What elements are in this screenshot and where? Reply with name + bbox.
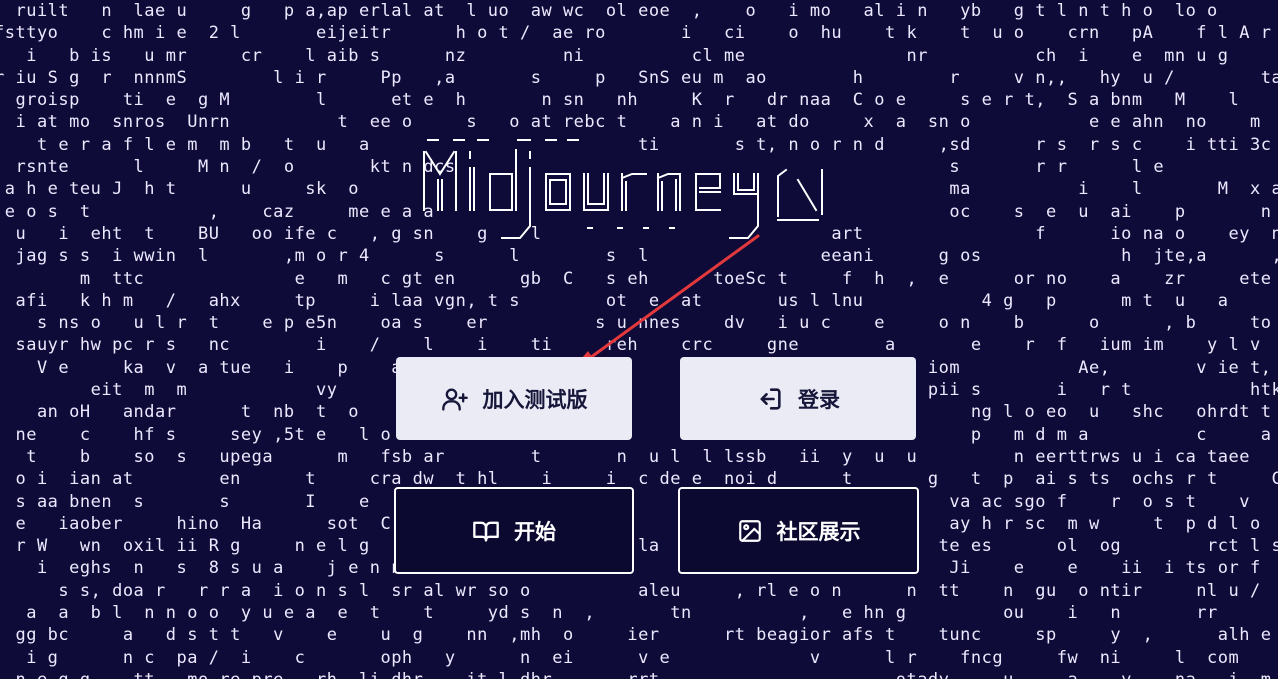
- background-text: ruilt n lae u g p a,ap erlal at l uo aw …: [0, 0, 1278, 679]
- background-text-line: ne c hf s sey ,5t e l o f rtin p m d m a…: [0, 424, 1272, 445]
- user-plus-icon: [441, 388, 468, 411]
- annotation-arrow: [568, 234, 760, 374]
- background-text-line: s aa bnen s s I e o i l sn va ac sgo f r…: [0, 491, 1278, 512]
- midjourney-ascii-logo: [423, 139, 823, 239]
- background-text-line: s s, doa r r r a i o n s l sr al wr so o…: [58, 580, 1261, 601]
- join-beta-label: 加入测试版: [482, 387, 588, 412]
- open-book-icon: [473, 521, 499, 541]
- join-beta-button[interactable]: 加入测试版: [396, 357, 632, 440]
- background-text-line: eit m m vy s y,et pii s i r t htk yes: [0, 380, 1278, 401]
- start-label: 开始: [514, 519, 556, 544]
- login-button[interactable]: 登录: [680, 357, 916, 440]
- image-icon: [738, 519, 761, 542]
- showcase-label: 社区展示: [776, 519, 861, 544]
- background-text-line: ruilt n lae u g p a,ap erlal at l uo aw …: [0, 1, 1218, 21]
- background-text-line: a a b l n n o o y u e a e t t yd s n , t…: [26, 603, 1218, 624]
- showcase-button[interactable]: 社区展示: [678, 487, 919, 574]
- background-text-line: o i ian at en t cra dw t hl i i c de e n…: [15, 469, 1278, 490]
- background-text-line: s ns o u l r t e p e5n oa s er s u nnes …: [0, 313, 1278, 334]
- start-button[interactable]: 开始: [394, 487, 634, 574]
- background-text-line: n e g g tt mo re pre rh li dhr it l dhr …: [0, 669, 1278, 679]
- background-text-line: r W wn oxil ii R g n e l g la te es ol o…: [0, 536, 1278, 557]
- background-text-line: e iaober hino Ha sot C ay h r sc m w t p…: [0, 513, 1278, 534]
- background-text-line: V e ka v a tue i p at eutt ct c e iS k n…: [0, 357, 1278, 378]
- background-text-line: i eghs n s 8 s u a j e n n i Ji e e ii i…: [36, 558, 1261, 579]
- background-text-line: an oH andar t nb t o s ng l o eo u shc o…: [0, 402, 1272, 423]
- background-text-line: jag s s i wwin l ,m o r 4 s l s l eeani …: [0, 246, 1278, 267]
- background-text-line: gg bc a d s t t v e u g nn ,mh o ier rt …: [15, 625, 1272, 646]
- background-text-line: sauyr hw pc r s nc i / l i ti reh crc gn…: [15, 335, 1261, 356]
- background-text-line: r iu S g r nnnmS l i r Pp ,a s p SnS eu …: [0, 67, 1278, 88]
- background-text-line: i b is u mr cr l aib s nz ni cl me nr ch…: [0, 45, 1278, 66]
- background-text-line: afi k h m / ahx tp i laa vgn, t s ot e a…: [0, 290, 1278, 311]
- background-text-line: i g n c pa / i c oph y n ei v e v l r fn…: [26, 647, 1240, 668]
- login-label: 登录: [798, 387, 840, 412]
- background-text-line: m ttc e m c gt en gb C s eh toeSc t f h …: [79, 268, 1272, 289]
- log-in-icon: [760, 387, 781, 410]
- background-text-line: t b so s upega m fsb ar t n u l l lssb i…: [0, 446, 1278, 467]
- background-text-line: groisp ti e g M l et e h n sn nh K r dr …: [0, 90, 1278, 111]
- background-text-line: fsttyo c hm i e 2 l eijeitr h o t / ae r…: [0, 23, 1278, 44]
